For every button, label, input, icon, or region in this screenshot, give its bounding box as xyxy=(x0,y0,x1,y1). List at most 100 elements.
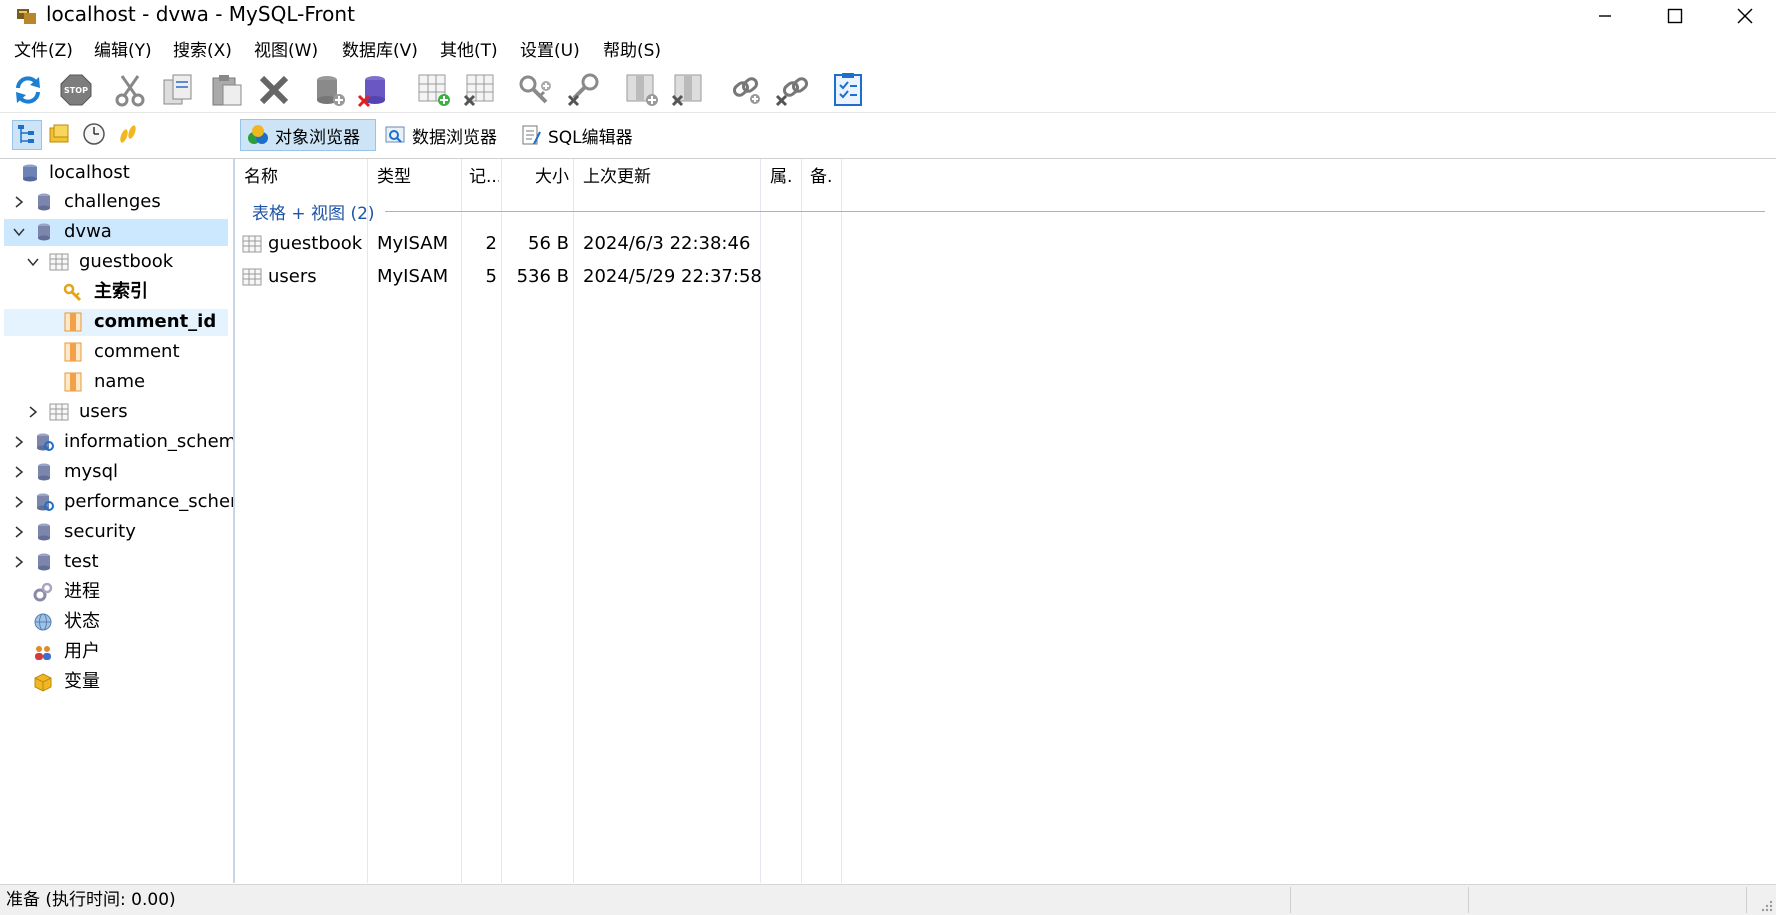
tree-item-localhost[interactable]: localhost xyxy=(0,159,233,187)
tree-item-name[interactable]: name xyxy=(0,368,233,396)
svg-text:STOP: STOP xyxy=(64,86,88,95)
clock-icon xyxy=(83,123,105,145)
tree-item-label: comment xyxy=(94,341,180,362)
tab-data-browser[interactable]: 数据浏览器 xyxy=(378,119,508,151)
minimize-button[interactable] xyxy=(1570,0,1640,32)
chevron-right-icon[interactable] xyxy=(25,398,41,426)
menu-settings[interactable]: 设置(U) xyxy=(520,41,580,61)
tree-item-dvwa[interactable]: dvwa xyxy=(0,218,233,246)
cell-type: MyISAM xyxy=(377,266,449,287)
table-icon xyxy=(49,403,69,421)
column-header-records[interactable]: 记... xyxy=(469,159,499,195)
menu-database[interactable]: 数据库(V) xyxy=(342,41,418,61)
view-toolbar: 对象浏览器 数据浏览器 SQL编辑器 xyxy=(0,112,1776,159)
server-icon xyxy=(23,164,37,182)
resize-grip-icon[interactable] xyxy=(1760,899,1774,913)
tree-view-button[interactable] xyxy=(12,120,42,150)
stop-icon: STOP xyxy=(60,74,92,106)
create-table-button[interactable] xyxy=(416,72,452,108)
tree-item-test[interactable]: test xyxy=(0,548,233,576)
column-header-last-updated[interactable]: 上次更新 xyxy=(583,159,753,195)
database-delete-icon xyxy=(357,76,385,108)
tree-item-security[interactable]: security xyxy=(0,518,233,546)
column-header-comment[interactable]: 备. xyxy=(810,159,840,195)
column-header-size[interactable]: 大小 xyxy=(507,159,569,195)
chevron-right-icon[interactable] xyxy=(11,428,27,456)
menu-file[interactable]: 文件(Z) xyxy=(14,41,73,61)
drop-index-button[interactable] xyxy=(566,72,602,108)
tree-item-comment[interactable]: comment xyxy=(0,338,233,366)
create-database-button[interactable] xyxy=(312,72,348,108)
tree-item-primary-index[interactable]: 主索引 xyxy=(0,278,233,306)
drop-table-button[interactable] xyxy=(462,72,498,108)
chevron-right-icon[interactable] xyxy=(11,548,27,576)
chevron-right-icon[interactable] xyxy=(11,188,27,216)
chevron-right-icon[interactable] xyxy=(11,488,27,516)
table-icon xyxy=(242,268,262,286)
column-divider xyxy=(801,159,802,883)
delete-icon xyxy=(259,75,289,105)
delete-button[interactable] xyxy=(256,72,292,108)
tree-item-label: dvwa xyxy=(64,221,112,242)
menu-edit[interactable]: 编辑(Y) xyxy=(94,41,152,61)
column-header-attributes[interactable]: 属. xyxy=(770,159,800,195)
chevron-down-icon[interactable] xyxy=(25,248,41,276)
menu-search[interactable]: 搜索(X) xyxy=(173,41,232,61)
object-browser-icon xyxy=(248,125,268,144)
history-button[interactable] xyxy=(80,120,110,150)
column-header-name[interactable]: 名称 xyxy=(244,159,364,195)
footprints-button[interactable] xyxy=(114,120,144,150)
drop-field-button[interactable] xyxy=(670,72,706,108)
tree-item-processes[interactable]: 进程 xyxy=(0,578,233,606)
tree-item-performance-schema[interactable]: performance_schema xyxy=(0,488,233,516)
field-icon xyxy=(64,312,82,332)
tab-sql-editor-label: SQL编辑器 xyxy=(548,127,633,148)
tree-item-comment-id[interactable]: comment_id xyxy=(0,308,233,336)
cut-button[interactable] xyxy=(112,72,148,108)
tree-item-users-table[interactable]: users xyxy=(0,398,233,426)
tree-item-users[interactable]: 用户 xyxy=(0,638,233,666)
drop-foreign-key-button[interactable] xyxy=(774,72,810,108)
create-index-button[interactable] xyxy=(518,72,554,108)
tree-item-guestbook[interactable]: guestbook xyxy=(0,248,233,276)
stop-button[interactable]: STOP xyxy=(58,72,94,108)
chevron-right-icon[interactable] xyxy=(11,518,27,546)
menu-view[interactable]: 视图(W) xyxy=(254,41,318,61)
key-icon xyxy=(63,283,82,302)
database-icon xyxy=(38,463,50,481)
status-text: 准备 (执行时间: 0.00) xyxy=(6,890,176,910)
tree-item-label: information_schema xyxy=(64,431,233,452)
key-add-icon xyxy=(519,75,551,104)
column-divider xyxy=(573,159,574,883)
status-bar: 准备 (执行时间: 0.00) xyxy=(0,884,1776,915)
tree-item-variables[interactable]: 变量 xyxy=(0,668,233,696)
drop-database-button[interactable] xyxy=(356,72,392,108)
tree-item-information-schema[interactable]: information_schema xyxy=(0,428,233,456)
copy-button[interactable] xyxy=(160,72,196,108)
menu-help[interactable]: 帮助(S) xyxy=(603,41,661,61)
chevron-down-icon[interactable] xyxy=(11,218,27,246)
tree-item-label: localhost xyxy=(49,162,130,183)
tree-item-label: test xyxy=(64,551,99,572)
checklist-button[interactable] xyxy=(830,72,866,108)
create-field-button[interactable] xyxy=(624,72,660,108)
maximize-button[interactable] xyxy=(1640,0,1710,32)
menu-other[interactable]: 其他(T) xyxy=(440,41,498,61)
copy-icon xyxy=(163,74,192,105)
tab-sql-editor[interactable]: SQL编辑器 xyxy=(514,119,642,151)
tree-item-mysql[interactable]: mysql xyxy=(0,458,233,486)
table-icon xyxy=(49,253,69,271)
tree-item-challenges[interactable]: challenges xyxy=(0,188,233,216)
field-icon xyxy=(64,342,82,362)
chevron-right-icon[interactable] xyxy=(11,458,27,486)
checklist-icon xyxy=(834,73,862,106)
bookmarks-button[interactable] xyxy=(46,120,76,150)
refresh-button[interactable] xyxy=(10,72,46,108)
paste-button[interactable] xyxy=(209,72,245,108)
tree-item-status[interactable]: 状态 xyxy=(0,608,233,636)
close-button[interactable] xyxy=(1710,0,1776,32)
tab-object-browser[interactable]: 对象浏览器 xyxy=(240,119,376,151)
create-foreign-key-button[interactable] xyxy=(728,72,764,108)
column-header-type[interactable]: 类型 xyxy=(377,159,457,195)
tab-data-browser-label: 数据浏览器 xyxy=(412,127,497,148)
